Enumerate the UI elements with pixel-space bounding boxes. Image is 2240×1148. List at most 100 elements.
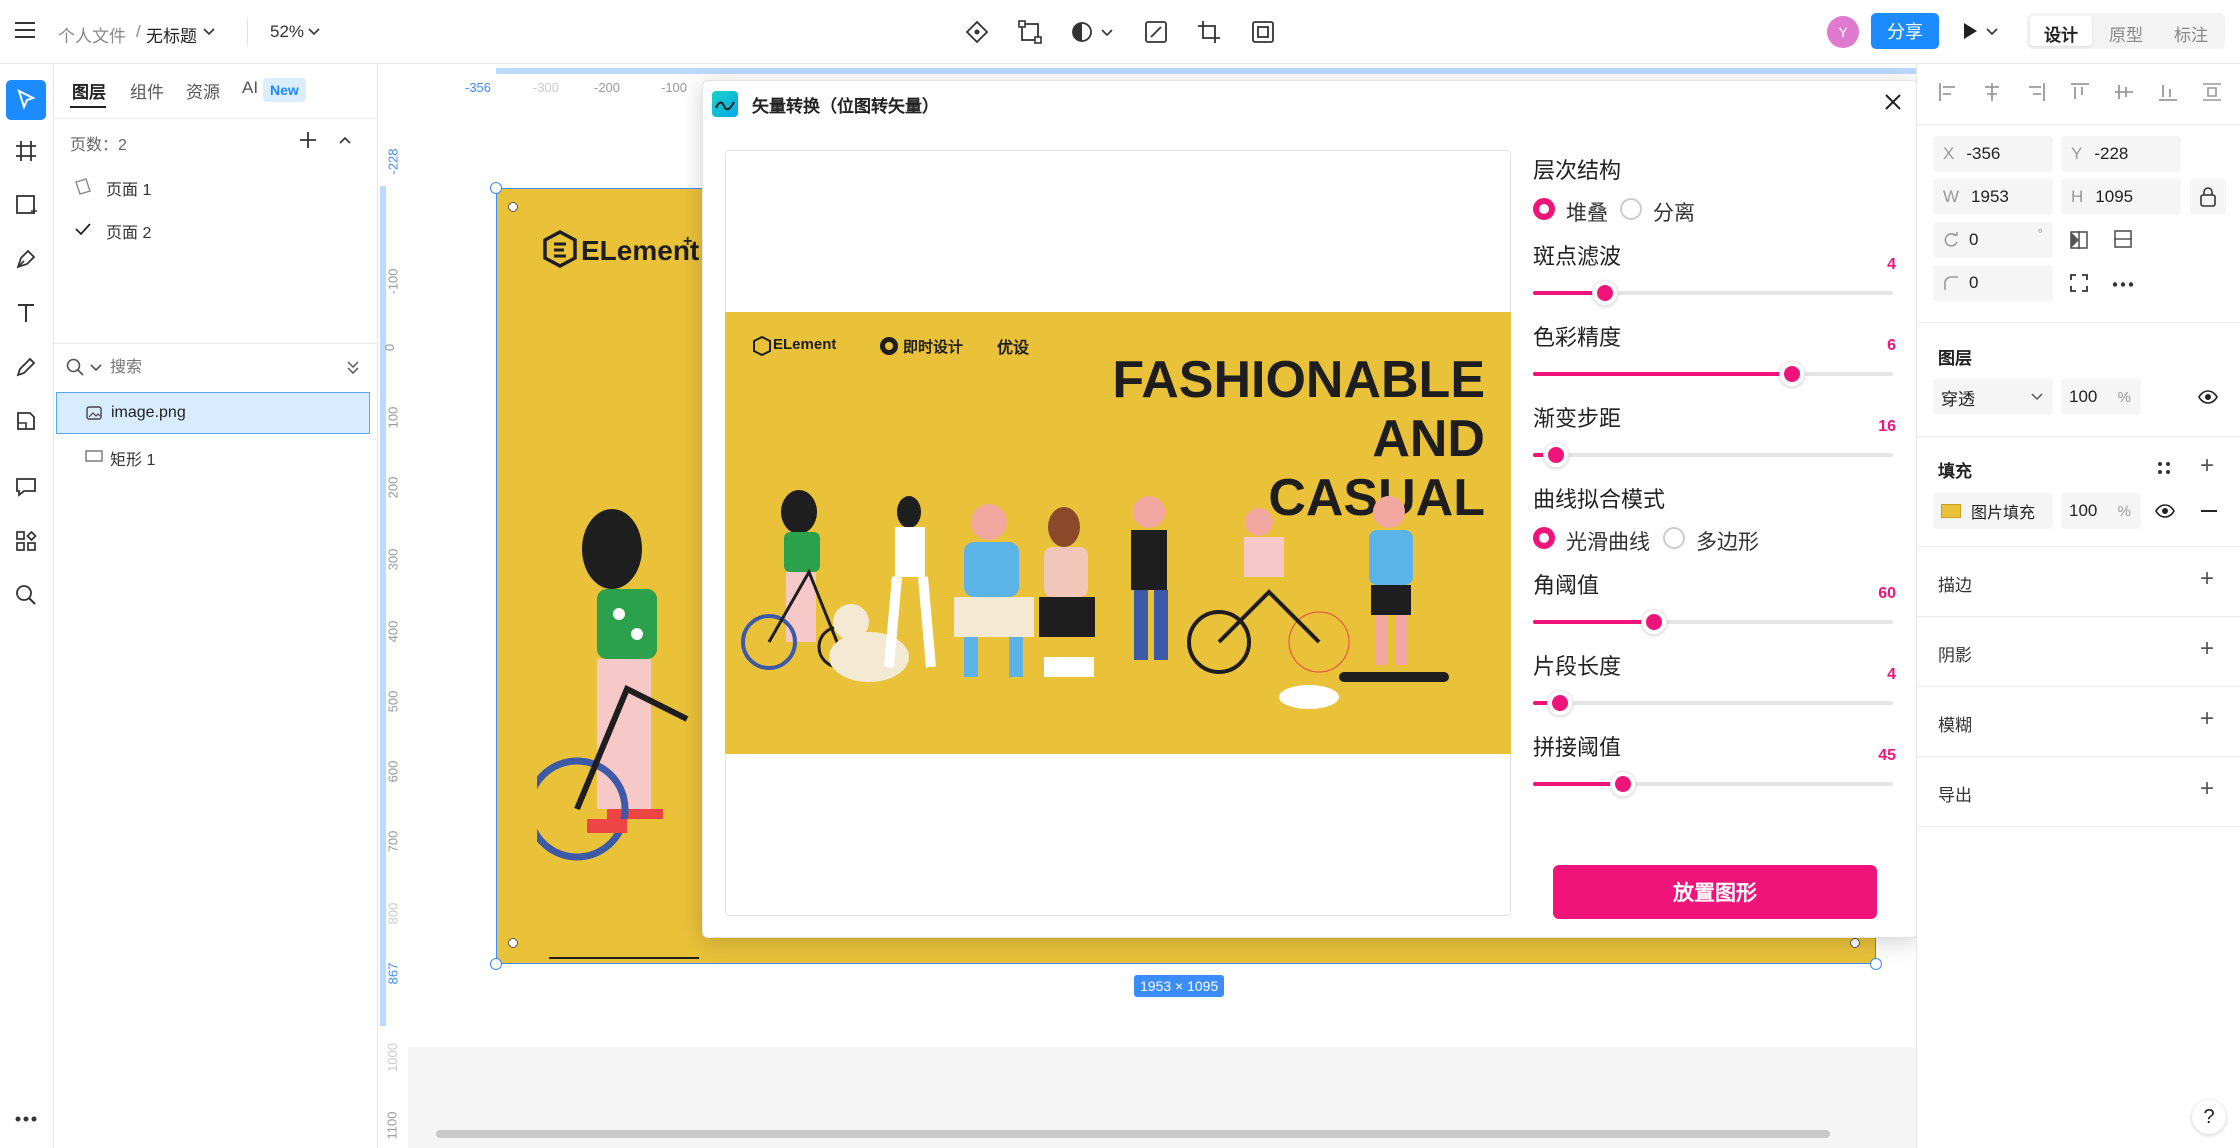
add-blur-icon[interactable]: +: [2200, 705, 2214, 733]
close-icon[interactable]: [1884, 93, 1902, 111]
radio-smooth-label[interactable]: 光滑曲线: [1566, 526, 1650, 556]
layer-item-image[interactable]: image.png: [56, 392, 370, 434]
tab-components[interactable]: 组件: [130, 78, 164, 103]
slider-segment-length[interactable]: [1533, 691, 1893, 715]
chevron-down-icon[interactable]: [203, 28, 215, 36]
add-fill-icon[interactable]: +: [2200, 452, 2214, 480]
lock-ratio-button[interactable]: [2190, 179, 2226, 215]
layer-item-rect[interactable]: 矩形 1: [56, 436, 370, 476]
page-item[interactable]: 页面 1: [54, 167, 378, 205]
slider-color-precision[interactable]: [1533, 362, 1893, 386]
more-icon[interactable]: [15, 1116, 37, 1122]
style-grid-icon[interactable]: [2156, 460, 2172, 476]
align-hcenter-icon[interactable]: [1982, 82, 2002, 102]
fill-type-field[interactable]: 图片填充: [1933, 493, 2053, 529]
y-field[interactable]: Y -228: [2061, 136, 2181, 172]
align-vcenter-icon[interactable]: [2114, 82, 2134, 102]
radio-polygon[interactable]: [1663, 527, 1685, 549]
menu-icon[interactable]: [14, 20, 36, 40]
corner-dot[interactable]: [1850, 938, 1860, 948]
add-export-icon[interactable]: +: [2200, 775, 2214, 803]
radio-separate-label[interactable]: 分离: [1653, 197, 1695, 227]
search-icon[interactable]: [15, 584, 37, 606]
slider-splice-threshold[interactable]: [1533, 772, 1893, 796]
breadcrumb-root[interactable]: 个人文件: [58, 22, 126, 47]
corner-dot[interactable]: [508, 938, 518, 948]
chevron-down-icon[interactable]: [308, 28, 320, 36]
chevron-up-icon[interactable]: [339, 136, 351, 144]
horizontal-scrollbar[interactable]: [436, 1130, 1830, 1138]
eye-icon[interactable]: [2155, 503, 2175, 519]
transform-icon[interactable]: [1018, 20, 1042, 44]
blend-mode-select[interactable]: 穿透: [1933, 379, 2053, 415]
move-tool[interactable]: [6, 80, 46, 120]
more-icon[interactable]: [2112, 282, 2134, 287]
h-field[interactable]: H 1095: [2061, 179, 2181, 215]
slider-corner-threshold[interactable]: [1533, 610, 1893, 634]
collapse-all-icon[interactable]: [346, 360, 360, 374]
radius-field[interactable]: 0: [1933, 265, 2053, 301]
add-shadow-icon[interactable]: +: [2200, 635, 2214, 663]
boolean-icon[interactable]: [1070, 20, 1094, 44]
radio-stack[interactable]: [1533, 198, 1555, 220]
align-bottom-icon[interactable]: [2158, 82, 2178, 102]
page-item[interactable]: 页面 2: [54, 210, 378, 248]
pen-tool-icon[interactable]: [15, 248, 37, 270]
remove-fill-icon[interactable]: [2201, 510, 2217, 512]
w-field[interactable]: W 1953: [1933, 179, 2053, 215]
tab-design[interactable]: 设计: [2044, 21, 2078, 46]
eye-icon[interactable]: [2198, 389, 2218, 405]
share-button[interactable]: 分享: [1871, 13, 1939, 49]
layer-opacity-field[interactable]: 100 %: [2061, 379, 2141, 415]
radio-smooth[interactable]: [1533, 527, 1555, 549]
align-top-icon[interactable]: [2070, 82, 2090, 102]
frame-tool-icon[interactable]: [15, 140, 37, 162]
text-tool-icon[interactable]: [15, 302, 37, 324]
tab-layers[interactable]: 图层: [72, 78, 106, 103]
rotation-field[interactable]: 0 °: [1933, 222, 2053, 258]
edit-icon[interactable]: [1144, 20, 1168, 44]
fill-opacity-field[interactable]: 100 %: [2061, 493, 2141, 529]
slider-speckle[interactable]: [1533, 281, 1893, 305]
slider-gradient-step[interactable]: [1533, 443, 1893, 467]
search-input[interactable]: [110, 354, 310, 382]
corner-dot[interactable]: [508, 202, 518, 212]
place-shape-button[interactable]: 放置图形: [1553, 865, 1877, 919]
flip-horizontal-icon[interactable]: [2070, 230, 2088, 250]
x-field[interactable]: X -356: [1933, 136, 2053, 172]
resize-handle[interactable]: [1870, 958, 1882, 970]
slice-tool-icon[interactable]: [15, 410, 37, 432]
resize-handle[interactable]: [490, 182, 502, 194]
radio-stack-label[interactable]: 堆叠: [1566, 197, 1608, 227]
help-button[interactable]: ?: [2192, 1100, 2226, 1134]
frame-icon[interactable]: [1251, 20, 1275, 44]
pencil-tool-icon[interactable]: [15, 356, 37, 378]
distribute-icon[interactable]: [2202, 82, 2222, 102]
tab-annotate[interactable]: 标注: [2174, 21, 2208, 46]
comment-tool-icon[interactable]: [15, 476, 37, 498]
crop-icon[interactable]: [1197, 20, 1221, 44]
chevron-down-icon[interactable]: [1101, 29, 1113, 37]
avatar[interactable]: Y: [1827, 16, 1859, 48]
tab-assets[interactable]: 资源: [186, 78, 220, 103]
add-page-icon[interactable]: [299, 131, 317, 149]
preview-image: ELement 即时设计 优设 FASHIONABLE AND CASUAL: [725, 312, 1511, 754]
tab-ai[interactable]: AI: [242, 78, 258, 98]
zoom-level[interactable]: 52%: [270, 22, 304, 42]
chevron-down-icon[interactable]: [90, 364, 102, 372]
rectangle-tool-icon[interactable]: [15, 194, 37, 216]
tab-prototype[interactable]: 原型: [2109, 21, 2143, 46]
add-stroke-icon[interactable]: +: [2200, 565, 2214, 593]
radio-separate[interactable]: [1620, 198, 1642, 220]
chevron-down-icon[interactable]: [1986, 28, 1998, 36]
flip-vertical-icon[interactable]: [2113, 230, 2133, 248]
align-left-icon[interactable]: [1938, 82, 1958, 102]
document-title[interactable]: 无标题: [146, 22, 197, 47]
component-icon[interactable]: [965, 20, 989, 44]
resize-handle[interactable]: [490, 958, 502, 970]
radio-polygon-label[interactable]: 多边形: [1696, 526, 1759, 556]
expand-corners-icon[interactable]: [2070, 274, 2088, 292]
play-icon[interactable]: [1962, 22, 1978, 40]
align-right-icon[interactable]: [2026, 82, 2046, 102]
plugins-icon[interactable]: [15, 530, 37, 552]
